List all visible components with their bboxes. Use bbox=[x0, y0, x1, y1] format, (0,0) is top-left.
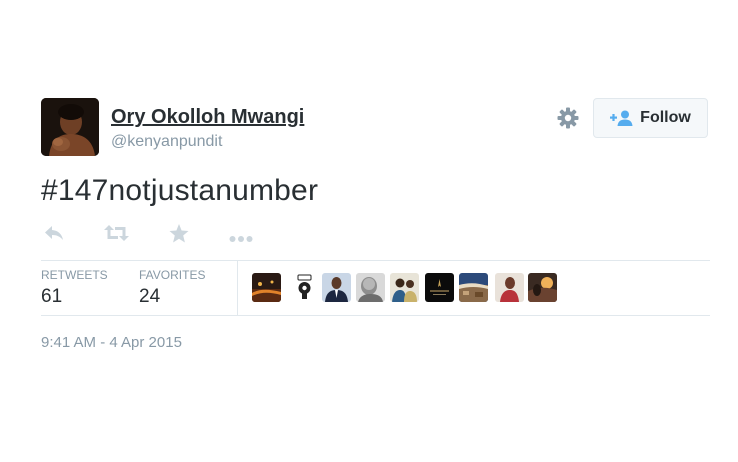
tweet-timestamp[interactable]: 9:41 AM - 4 Apr 2015 bbox=[41, 334, 182, 351]
follow-label: Follow bbox=[640, 109, 691, 126]
add-user-icon bbox=[610, 110, 633, 126]
stats-divider bbox=[237, 261, 238, 315]
favorites-label: FAVORITES bbox=[139, 268, 206, 282]
retweets-label: RETWEETS bbox=[41, 268, 108, 282]
favoriter-avatar[interactable] bbox=[252, 273, 281, 302]
more-dots-icon[interactable] bbox=[229, 230, 253, 252]
reply-icon[interactable] bbox=[43, 224, 65, 246]
favoriter-avatar[interactable] bbox=[528, 273, 557, 302]
retweets-stat[interactable]: RETWEETS 61 bbox=[41, 268, 108, 308]
author-handle[interactable]: @kenyanpundit bbox=[111, 133, 222, 151]
tweet-actions bbox=[41, 224, 281, 248]
avatar-photo-icon bbox=[41, 98, 99, 156]
favoriter-avatar[interactable] bbox=[290, 273, 319, 302]
retweets-count: 61 bbox=[41, 286, 63, 307]
favoriter-avatar[interactable] bbox=[459, 273, 488, 302]
star-icon[interactable] bbox=[169, 224, 189, 246]
tweet-card: Ory Okolloh Mwangi @kenyanpundit Follow … bbox=[41, 98, 710, 351]
favorites-count: 24 bbox=[139, 286, 161, 307]
tweet-stats: RETWEETS 61 FAVORITES 24 bbox=[41, 260, 710, 316]
tweet-text[interactable]: #147notjustanumber bbox=[41, 174, 318, 208]
favoriter-avatar[interactable] bbox=[390, 273, 419, 302]
favoriter-avatar[interactable] bbox=[495, 273, 524, 302]
favoriter-avatar[interactable] bbox=[322, 273, 351, 302]
favoriter-avatar[interactable] bbox=[356, 273, 385, 302]
favoriter-avatar[interactable] bbox=[425, 273, 454, 302]
author-name[interactable]: Ory Okolloh Mwangi bbox=[111, 106, 304, 129]
retweet-icon[interactable] bbox=[104, 224, 129, 246]
tweet-header: Ory Okolloh Mwangi @kenyanpundit Follow bbox=[41, 98, 710, 156]
gear-icon[interactable] bbox=[556, 106, 580, 130]
author-avatar[interactable] bbox=[41, 98, 99, 156]
favorites-stat[interactable]: FAVORITES 24 bbox=[139, 268, 205, 308]
follow-button[interactable]: Follow bbox=[593, 98, 708, 138]
